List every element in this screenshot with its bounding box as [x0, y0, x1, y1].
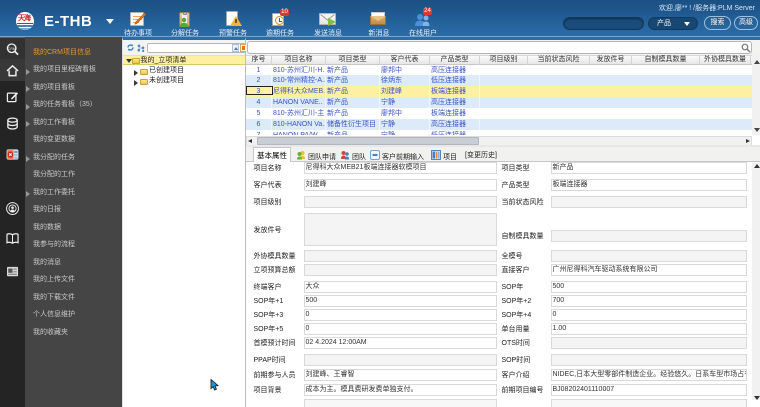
svg-text:CRM: CRM	[8, 47, 16, 51]
